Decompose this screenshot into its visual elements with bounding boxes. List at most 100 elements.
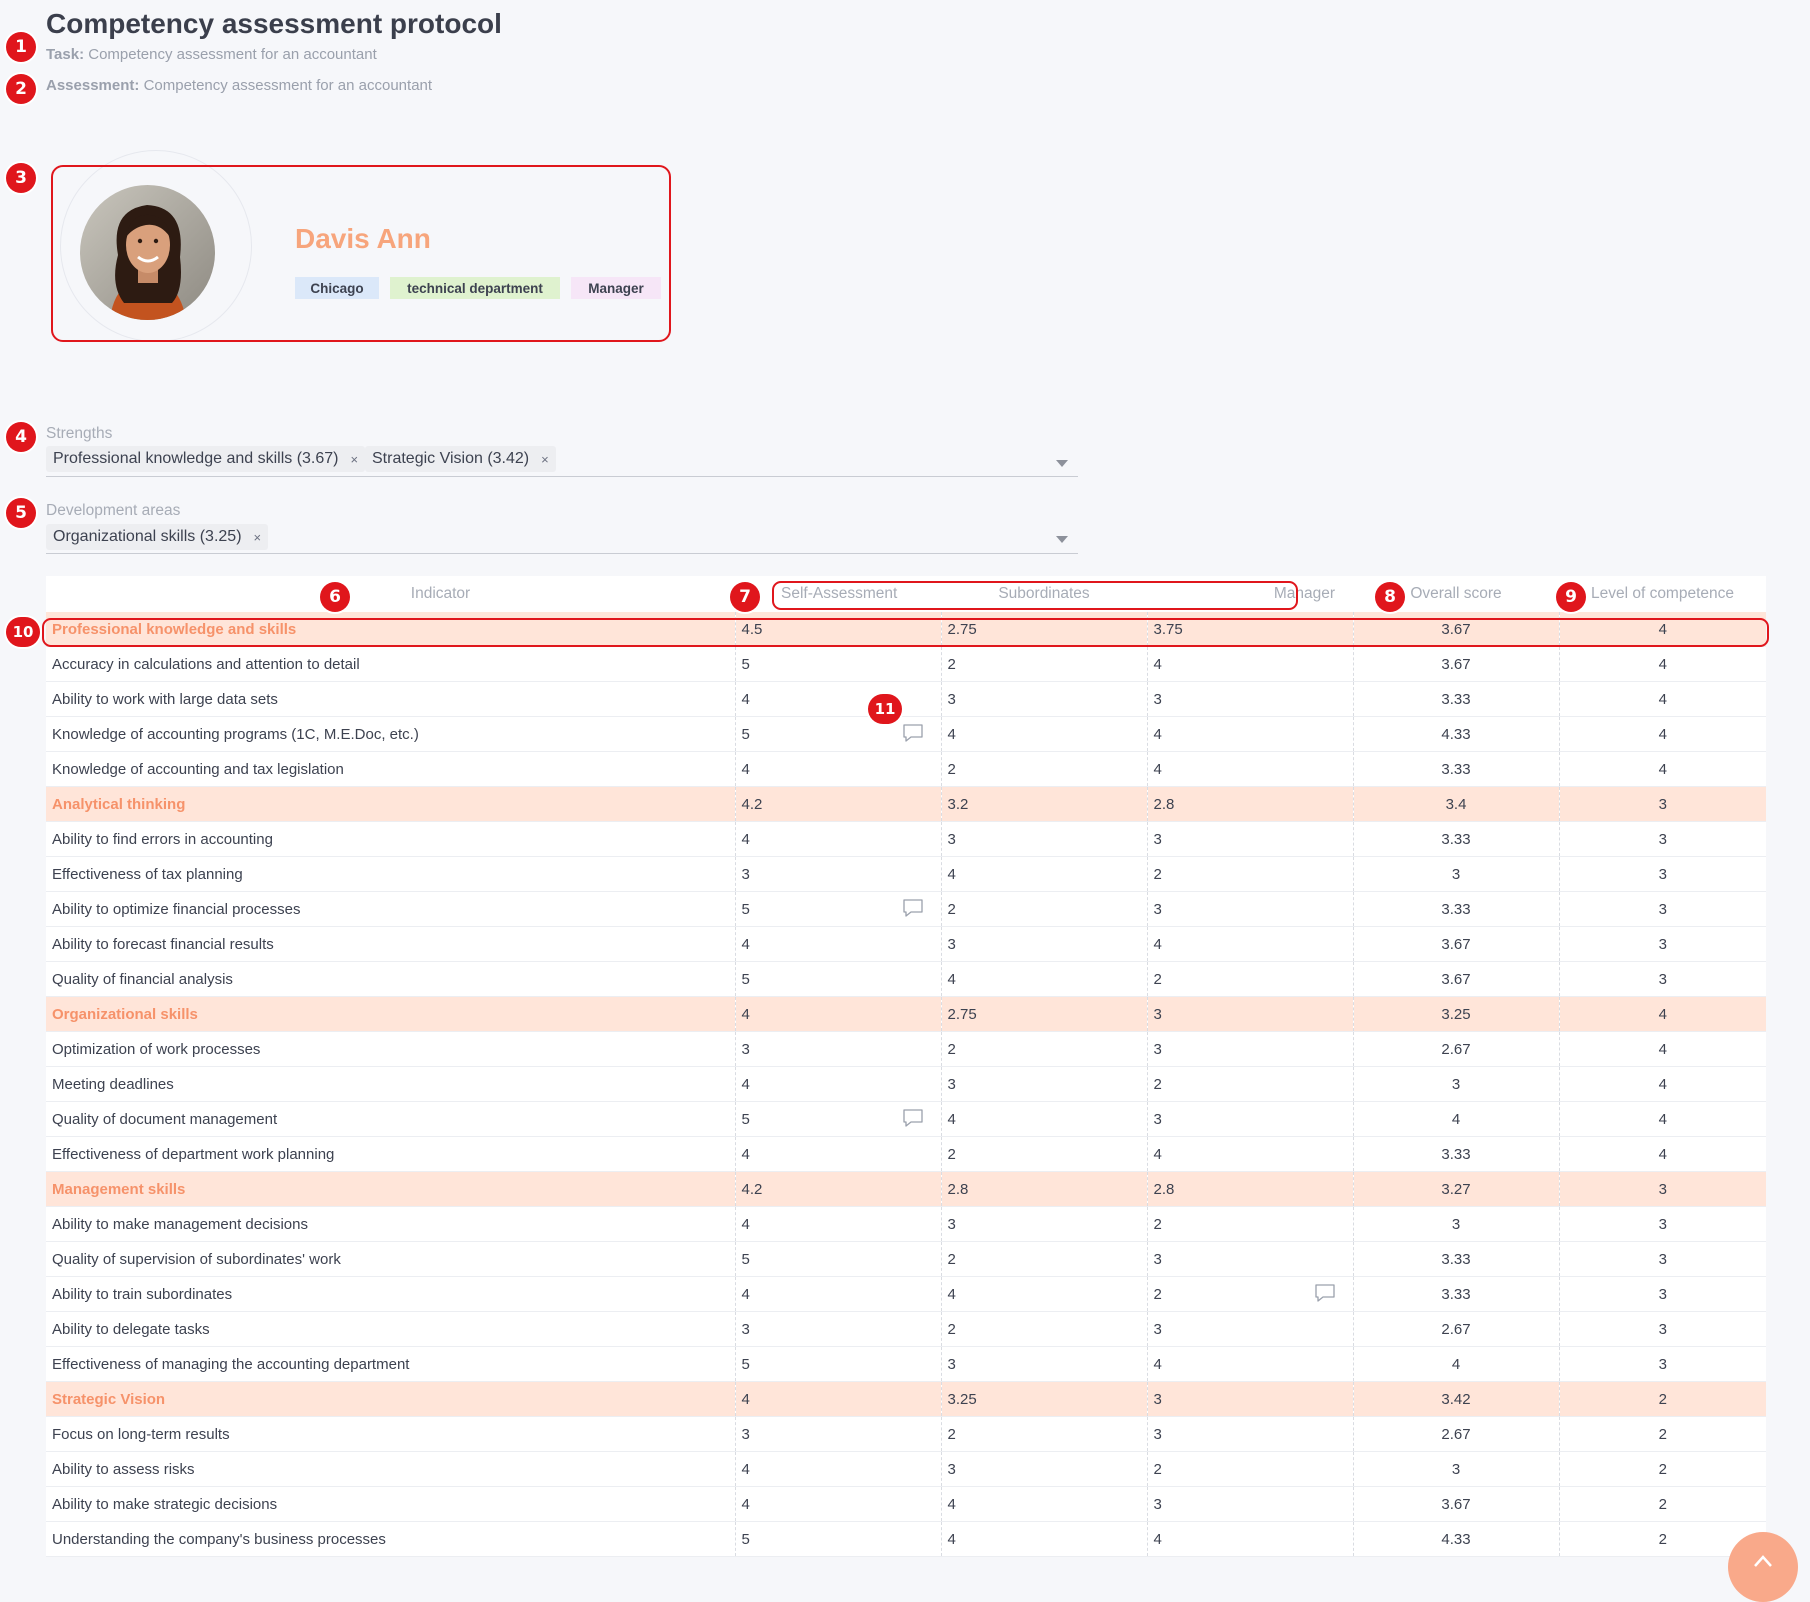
indicator-cell: Quality of document management — [46, 1101, 736, 1137]
table-row[interactable]: Quality of document management 5 4 3 4 4 — [46, 1101, 1766, 1137]
self-assessment-cell-value: 4 — [741, 1390, 750, 1408]
subordinates-cell: 2 — [941, 751, 1148, 787]
manager-cell: 3 — [1147, 1416, 1354, 1452]
self-assessment-cell-value: 5 — [741, 1250, 750, 1268]
table-row[interactable]: Ability to delegate tasks 3 2 3 2.67 3 — [46, 1311, 1766, 1347]
overall-score-cell: 3.33 — [1353, 821, 1560, 857]
table-row[interactable]: Effectiveness of department work plannin… — [46, 1136, 1766, 1172]
table-row[interactable]: Quality of supervision of subordinates' … — [46, 1241, 1766, 1277]
level-cell-value: 3 — [1658, 1215, 1667, 1233]
table-row[interactable]: Effectiveness of tax planning 3 4 2 3 3 — [46, 856, 1766, 892]
subordinates-cell-value: 2 — [947, 1145, 956, 1163]
table-row[interactable]: Ability to make strategic decisions 4 4 3 3.… — [46, 1486, 1766, 1522]
indicator-cell: Understanding the company's business pro… — [46, 1521, 736, 1557]
level-cell-value: 4 — [1658, 1040, 1667, 1058]
indicator-cell-value: Ability to forecast financial results — [52, 935, 274, 953]
arrow-up-icon — [1754, 1555, 1772, 1567]
overall-score-cell: 3.4 — [1353, 786, 1560, 822]
remove-chip-icon[interactable]: × — [254, 530, 262, 545]
self-assessment-cell-value: 4 — [741, 690, 750, 708]
comment-icon[interactable] — [901, 723, 925, 743]
comment-icon[interactable] — [1313, 1283, 1337, 1303]
table-group-row[interactable]: Management skills 4.2 2.8 2.8 3.27 3 — [46, 1171, 1766, 1207]
marker-9: 9 — [1556, 582, 1586, 612]
development-underline — [46, 553, 1078, 554]
comment-icon[interactable] — [901, 898, 925, 918]
remove-chip-icon[interactable]: × — [541, 452, 549, 467]
overall-score-cell: 3 — [1353, 1451, 1560, 1487]
level-cell-value: 3 — [1658, 1250, 1667, 1268]
level-cell-value: 4 — [1658, 690, 1667, 708]
indicator-cell-value: Ability to assess risks — [52, 1460, 195, 1478]
self-assessment-cell: 4 — [735, 821, 942, 857]
assessment-line: Assessment: Competency assessment for an… — [46, 77, 432, 94]
subordinates-cell: 3.25 — [941, 1381, 1148, 1417]
development-dropdown-icon[interactable] — [1056, 536, 1068, 543]
self-assessment-cell-value: 4 — [741, 1460, 750, 1478]
table-row[interactable]: Ability to optimize financial processes 5… — [46, 891, 1766, 927]
level-cell: 2 — [1559, 1486, 1766, 1522]
table-row[interactable]: Understanding the company's business pro… — [46, 1521, 1766, 1557]
indicator-cell-value: Ability to find errors in accounting — [52, 830, 273, 848]
subordinates-cell: 4 — [941, 961, 1148, 997]
table-row[interactable]: Ability to train subordinates 4 4 2 3.33 3 — [46, 1276, 1766, 1312]
level-cell: 3 — [1559, 926, 1766, 962]
table-row[interactable]: Accuracy in calculations and attention t… — [46, 646, 1766, 682]
level-cell: 3 — [1559, 786, 1766, 822]
table-row[interactable]: Ability to find errors in accounting 4 3 3 3… — [46, 821, 1766, 857]
subordinates-cell: 4 — [941, 1486, 1148, 1522]
self-assessment-cell: 4 — [735, 1136, 942, 1172]
indicator-cell-value: Effectiveness of tax planning — [52, 865, 243, 883]
level-cell-value: 3 — [1658, 900, 1667, 918]
level-cell: 4 — [1559, 996, 1766, 1032]
header-level-of-competence[interactable]: Level of competence — [1559, 576, 1766, 612]
table-row[interactable]: Knowledge of accounting and tax legislat… — [46, 751, 1766, 787]
overall-score-cell-value: 3.33 — [1441, 900, 1471, 918]
indicator-cell-value: Analytical thinking — [52, 795, 186, 813]
comment-icon[interactable] — [901, 1108, 925, 1128]
subordinates-cell-value: 2 — [947, 1040, 956, 1058]
overall-score-cell: 2.67 — [1353, 1031, 1560, 1067]
overall-score-cell: 3.33 — [1353, 681, 1560, 717]
table-row[interactable]: Ability to forecast financial results 4 3 4… — [46, 926, 1766, 962]
manager-cell: 2 — [1147, 1451, 1354, 1487]
remove-chip-icon[interactable]: × — [350, 452, 358, 467]
manager-cell: 3 — [1147, 996, 1354, 1032]
table-group-row[interactable]: Analytical thinking 4.2 3.2 2.8 3.4 3 — [46, 786, 1766, 822]
strengths-dropdown-icon[interactable] — [1056, 460, 1068, 467]
table-row[interactable]: Ability to assess risks 4 3 2 3 2 — [46, 1451, 1766, 1487]
indicator-cell-value: Optimization of work processes — [52, 1040, 261, 1058]
header-indicator[interactable]: Indicator — [46, 576, 735, 612]
table-row[interactable]: Focus on long-term results 3 2 3 2.67 2 — [46, 1416, 1766, 1452]
table-row[interactable]: Quality of financial analysis 5 4 2 3.67 3 — [46, 961, 1766, 997]
indicator-cell: Effectiveness of managing the accounting… — [46, 1346, 736, 1382]
manager-cell-value: 3 — [1153, 1320, 1162, 1338]
level-cell: 4 — [1559, 1066, 1766, 1102]
table-row[interactable]: Knowledge of accounting programs (1C, M.… — [46, 716, 1766, 752]
subordinates-cell-value: 2 — [947, 1250, 956, 1268]
self-assessment-cell: 4 — [735, 1486, 942, 1522]
table-row[interactable]: Optimization of work processes 3 2 3 2.67 4 — [46, 1031, 1766, 1067]
manager-cell-value: 3 — [1153, 1005, 1162, 1023]
strength-chip[interactable]: Professional knowledge and skills (3.67)… — [46, 446, 366, 472]
strength-chip[interactable]: Strategic Vision (3.42) × — [365, 446, 556, 472]
self-assessment-cell-value: 4 — [741, 935, 750, 953]
table-group-row[interactable]: Organizational skills 4 2.75 3 3.25 4 — [46, 996, 1766, 1032]
development-chip[interactable]: Organizational skills (3.25) × — [46, 524, 269, 550]
level-cell: 3 — [1559, 1171, 1766, 1207]
level-cell-value: 4 — [1658, 760, 1667, 778]
self-assessment-cell: 4.2 — [735, 1171, 942, 1207]
subordinates-cell-value: 3 — [947, 830, 956, 848]
table-row[interactable]: Meeting deadlines 4 3 2 3 4 — [46, 1066, 1766, 1102]
table-row[interactable]: Effectiveness of managing the accounting… — [46, 1346, 1766, 1382]
table-group-row[interactable]: Strategic Vision 4 3.25 3 3.42 2 — [46, 1381, 1766, 1417]
scroll-top-button[interactable] — [1728, 1532, 1798, 1602]
overall-score-cell: 4.33 — [1353, 1521, 1560, 1557]
indicator-cell-value: Understanding the company's business pro… — [52, 1530, 386, 1548]
manager-cell: 3 — [1147, 1381, 1354, 1417]
manager-cell-value: 2 — [1153, 1215, 1162, 1233]
indicator-cell-value: Knowledge of accounting programs (1C, M.… — [52, 725, 419, 743]
table-row[interactable]: Ability to work with large data sets 4 3 3 3… — [46, 681, 1766, 717]
subordinates-cell: 4 — [941, 1276, 1148, 1312]
table-row[interactable]: Ability to make management decisions 4 3 2 3… — [46, 1206, 1766, 1242]
